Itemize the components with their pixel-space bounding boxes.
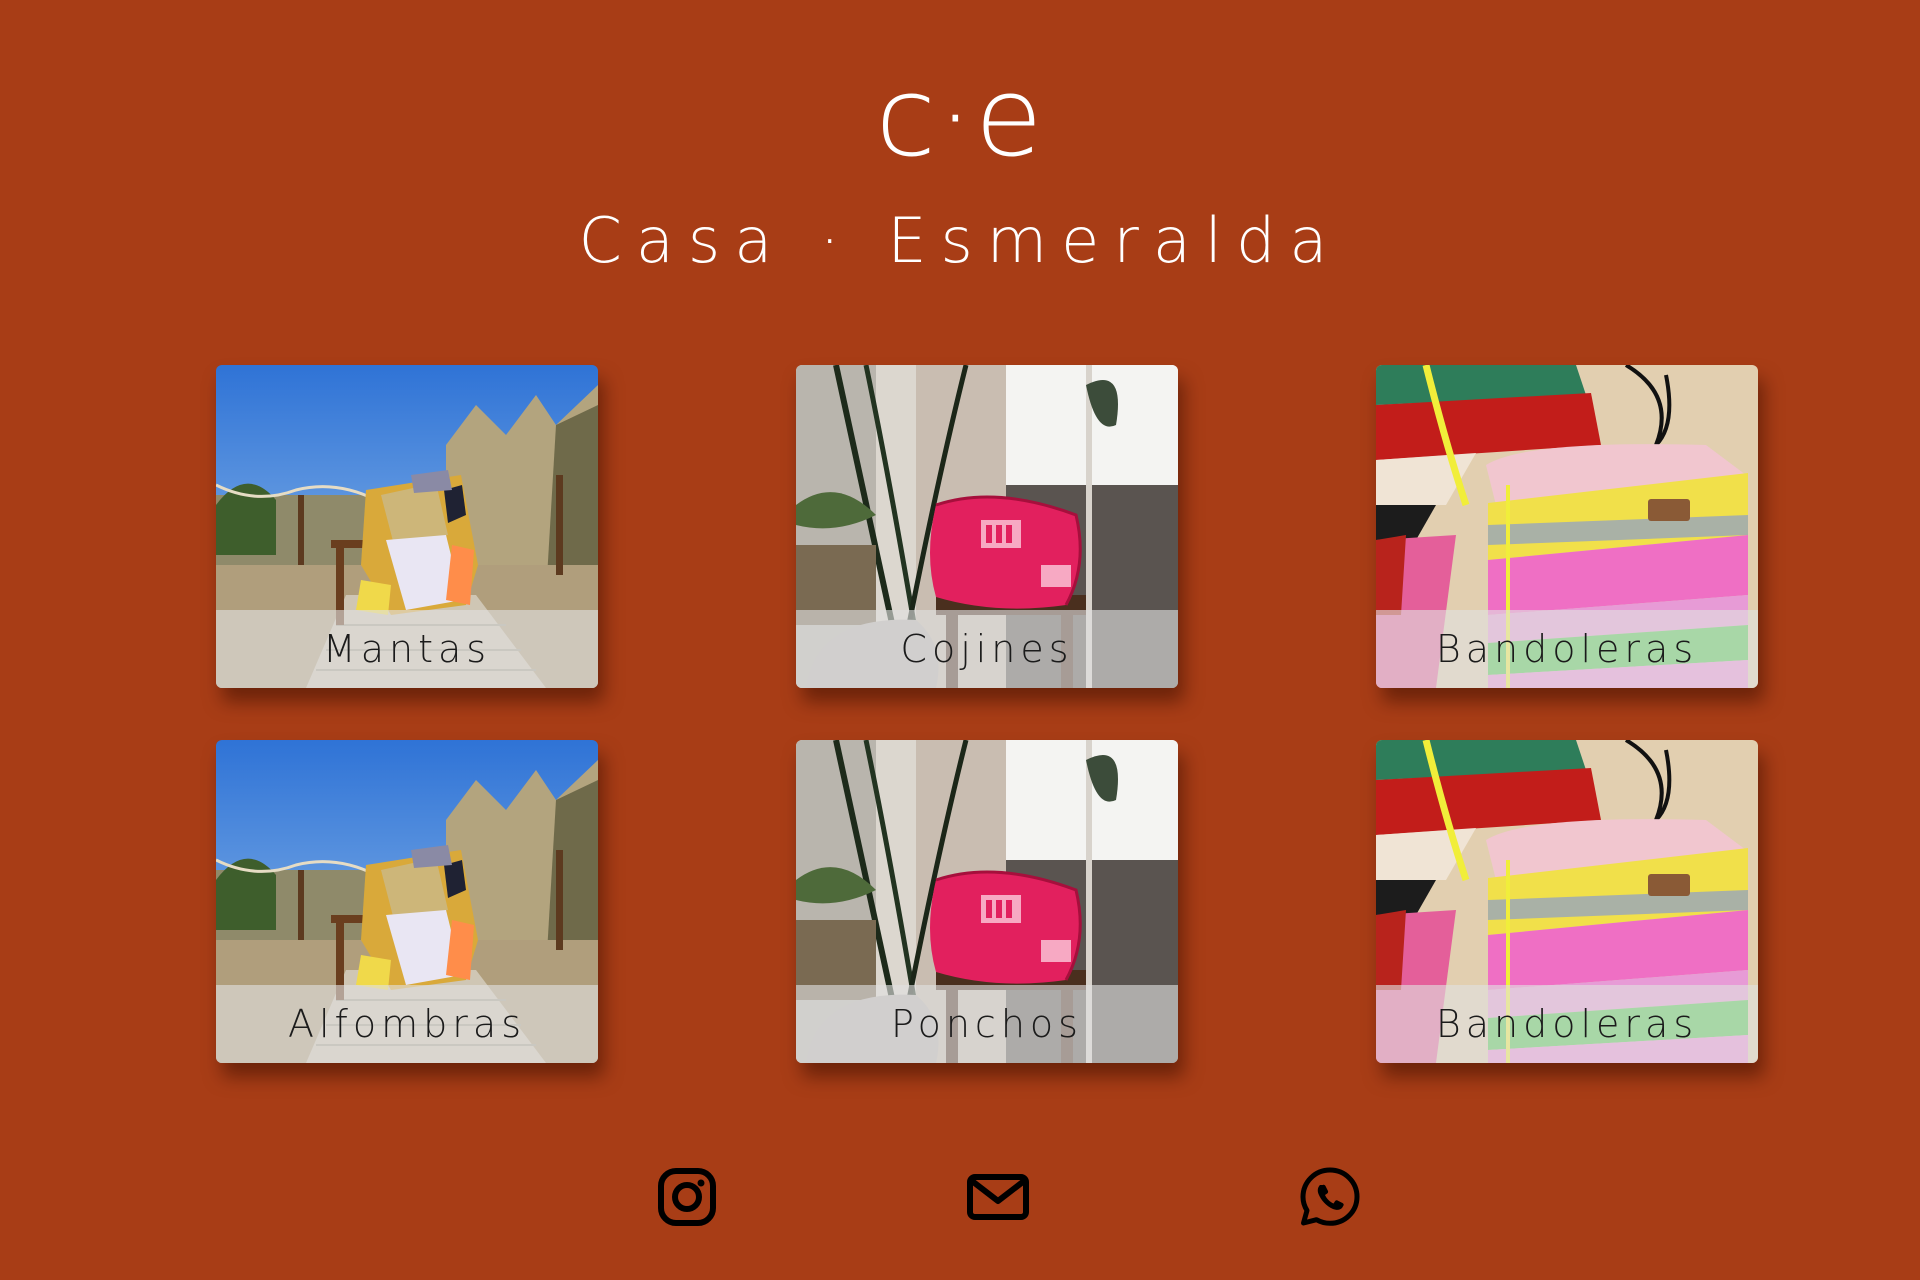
mail-icon[interactable]	[966, 1165, 1030, 1229]
page: c·e Casa · Esmeralda Mantas Cojines Band…	[0, 0, 1920, 1280]
category-card-mantas[interactable]: Mantas	[216, 365, 598, 688]
category-label: Bandoleras	[1376, 610, 1758, 688]
category-card-alfombras[interactable]: Alfombras	[216, 740, 598, 1063]
category-label: Bandoleras	[1376, 985, 1758, 1063]
logo: c·e	[875, 53, 1045, 181]
category-label: Ponchos	[796, 985, 1178, 1063]
category-card-ponchos[interactable]: Ponchos	[796, 740, 1178, 1063]
category-card-bandoleras[interactable]: Bandoleras	[1376, 365, 1758, 688]
category-card-cojines[interactable]: Cojines	[796, 365, 1178, 688]
whatsapp-icon[interactable]	[1298, 1165, 1362, 1229]
instagram-icon[interactable]	[655, 1165, 719, 1229]
page-title: Casa · Esmeralda	[578, 204, 1342, 277]
category-label: Alfombras	[216, 985, 598, 1063]
category-label: Cojines	[796, 610, 1178, 688]
category-label: Mantas	[216, 610, 598, 688]
category-card-bandoleras-2[interactable]: Bandoleras	[1376, 740, 1758, 1063]
